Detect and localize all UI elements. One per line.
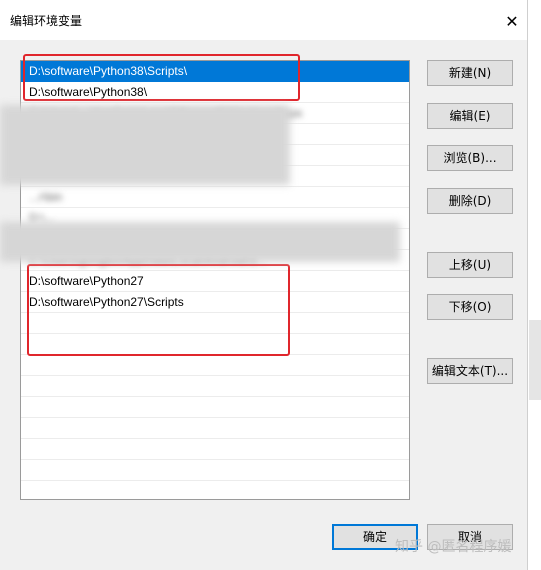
path-list-item[interactable]: ...r\bin	[21, 187, 409, 208]
highlight-python38	[23, 54, 300, 101]
redaction-blur	[0, 222, 400, 262]
path-list-item[interactable]	[21, 397, 409, 418]
move-up-button[interactable]: 上移(U)	[427, 252, 513, 278]
redaction-blur	[0, 105, 290, 185]
background-window-edge	[528, 0, 541, 570]
dialog-title: 编辑环境变量	[10, 14, 83, 28]
move-down-button[interactable]: 下移(O)	[427, 294, 513, 320]
close-icon[interactable]: ✕	[497, 6, 527, 36]
path-list-item[interactable]	[21, 355, 409, 376]
browse-button[interactable]: 浏览(B)...	[427, 145, 513, 171]
edit-button[interactable]: 编辑(E)	[427, 103, 513, 129]
watermark: 知乎 @匿名程序媛	[395, 539, 512, 555]
highlight-python27	[27, 264, 290, 356]
delete-button[interactable]: 删除(D)	[427, 188, 513, 214]
path-list-item[interactable]	[21, 460, 409, 481]
path-list-item[interactable]	[21, 481, 409, 499]
edit-env-var-dialog: 编辑环境变量 ✕ D:\software\Python38\Scripts\ D:…	[0, 0, 528, 570]
path-list-item[interactable]	[21, 439, 409, 460]
title-bar: 编辑环境变量 ✕	[0, 0, 527, 40]
path-list-item[interactable]	[21, 418, 409, 439]
path-text: ...r\bin	[29, 190, 63, 204]
new-button[interactable]: 新建(N)	[427, 60, 513, 86]
path-list-item[interactable]	[21, 376, 409, 397]
edit-text-button[interactable]: 编辑文本(T)...	[427, 358, 513, 384]
background-scrollbar[interactable]	[529, 320, 541, 400]
